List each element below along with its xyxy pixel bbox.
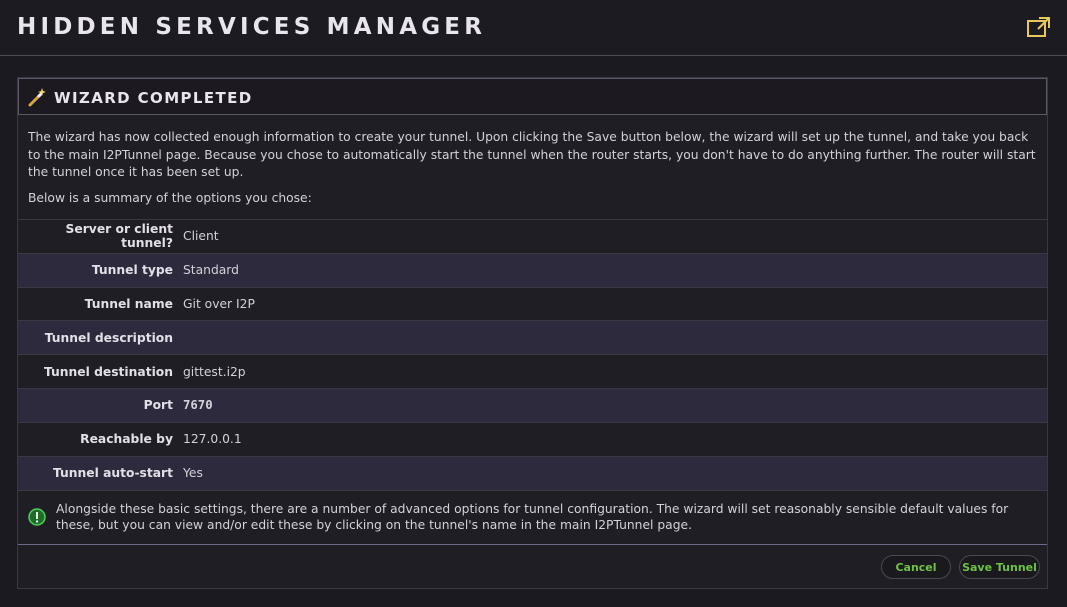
summary-label: Port — [143, 398, 173, 413]
summary-row-tunnel-name: Tunnel name Git over I2P — [18, 287, 1047, 321]
summary-value: Git over I2P — [183, 296, 255, 311]
summary-value — [183, 321, 1047, 355]
summary-label: Tunnel name — [84, 296, 173, 311]
summary-row-reachable-by: Reachable by 127.0.0.1 — [18, 422, 1047, 456]
advanced-options-notice: Alongside these basic settings, there ar… — [18, 490, 1047, 545]
summary-value: Client — [183, 229, 219, 244]
cancel-button[interactable]: Cancel — [881, 555, 951, 579]
save-tunnel-button[interactable]: Save Tunnel — [959, 555, 1040, 579]
panel-title: WIZARD COMPLETED — [54, 89, 253, 107]
summary-label: Tunnel destination — [43, 364, 173, 379]
summary-row-port: Port 7670 — [18, 388, 1047, 423]
summary-label: Tunnel description — [44, 330, 173, 345]
summary-row-auto-start: Tunnel auto-start Yes — [18, 456, 1047, 490]
summary-label: Reachable by — [80, 432, 173, 447]
summary-intro: Below is a summary of the options you ch… — [28, 191, 312, 205]
info-exclamation-icon — [28, 508, 46, 526]
summary-table: Server or client tunnel? Client Tunnel t… — [18, 219, 1047, 490]
summary-label: Tunnel type — [91, 263, 173, 278]
wizard-panel: WIZARD COMPLETED The wizard has now coll… — [17, 77, 1048, 589]
summary-row-tunnel-description: Tunnel description — [18, 320, 1047, 355]
intro-text: The wizard has now collected enough info… — [28, 130, 1036, 179]
magic-wand-icon — [28, 88, 46, 107]
external-link-icon[interactable] — [1027, 16, 1051, 38]
notice-text: Alongside these basic settings, there ar… — [56, 502, 1009, 532]
summary-row-tunnel-destination: Tunnel destination gittest.i2p — [18, 354, 1047, 389]
summary-value: gittest.i2p — [183, 364, 246, 379]
summary-value: 127.0.0.1 — [183, 432, 242, 447]
summary-label: Server or client tunnel? — [65, 222, 173, 251]
summary-value: Yes — [183, 466, 203, 481]
title-bar: HIDDEN SERVICES MANAGER — [0, 0, 1067, 56]
summary-row-tunnel-type: Tunnel type Standard — [18, 253, 1047, 288]
summary-label: Tunnel auto-start — [52, 466, 173, 481]
summary-row-tunnel-kind: Server or client tunnel? Client — [18, 219, 1047, 254]
panel-header: WIZARD COMPLETED — [18, 78, 1047, 115]
summary-value: 7670 — [183, 398, 213, 413]
summary-value: Standard — [183, 263, 239, 278]
app-title: HIDDEN SERVICES MANAGER — [17, 14, 487, 40]
